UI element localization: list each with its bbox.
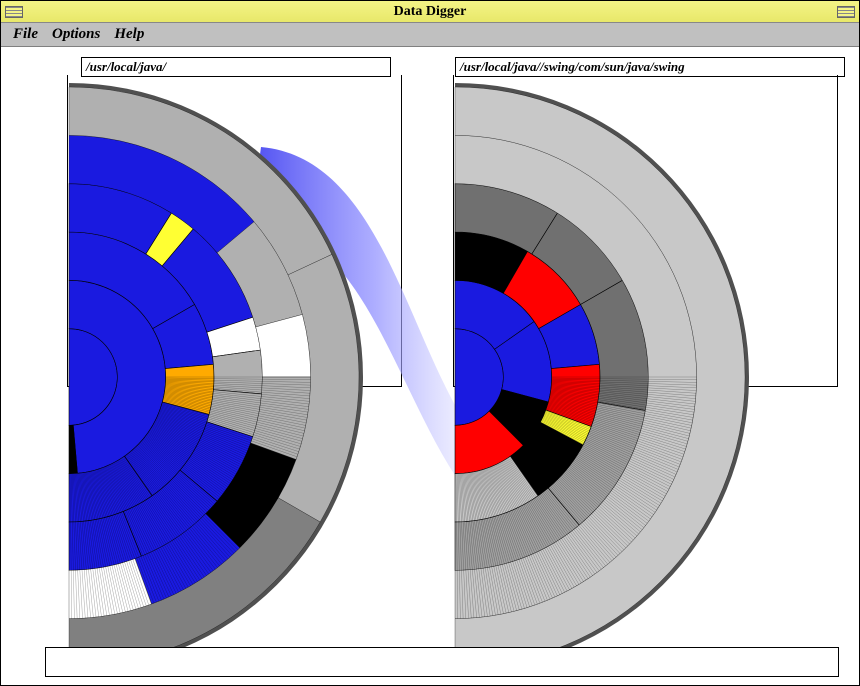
app-window: Data Digger File Options Help /usr/local… [0,0,860,686]
status-bar [45,647,839,677]
menu-bar: File Options Help [1,23,859,47]
content-area: /usr/local/java/ /usr/local/java//swing/… [1,47,859,685]
title-bar[interactable]: Data Digger [1,1,859,23]
window-title: Data Digger [394,4,467,20]
sunburst-right[interactable] [441,77,860,677]
window-menu-icon[interactable] [5,6,23,18]
window-resize-icon[interactable] [837,6,855,18]
menu-options[interactable]: Options [52,26,100,43]
sunburst-left[interactable] [61,77,461,677]
menu-file[interactable]: File [13,26,38,43]
menu-help[interactable]: Help [114,26,144,43]
